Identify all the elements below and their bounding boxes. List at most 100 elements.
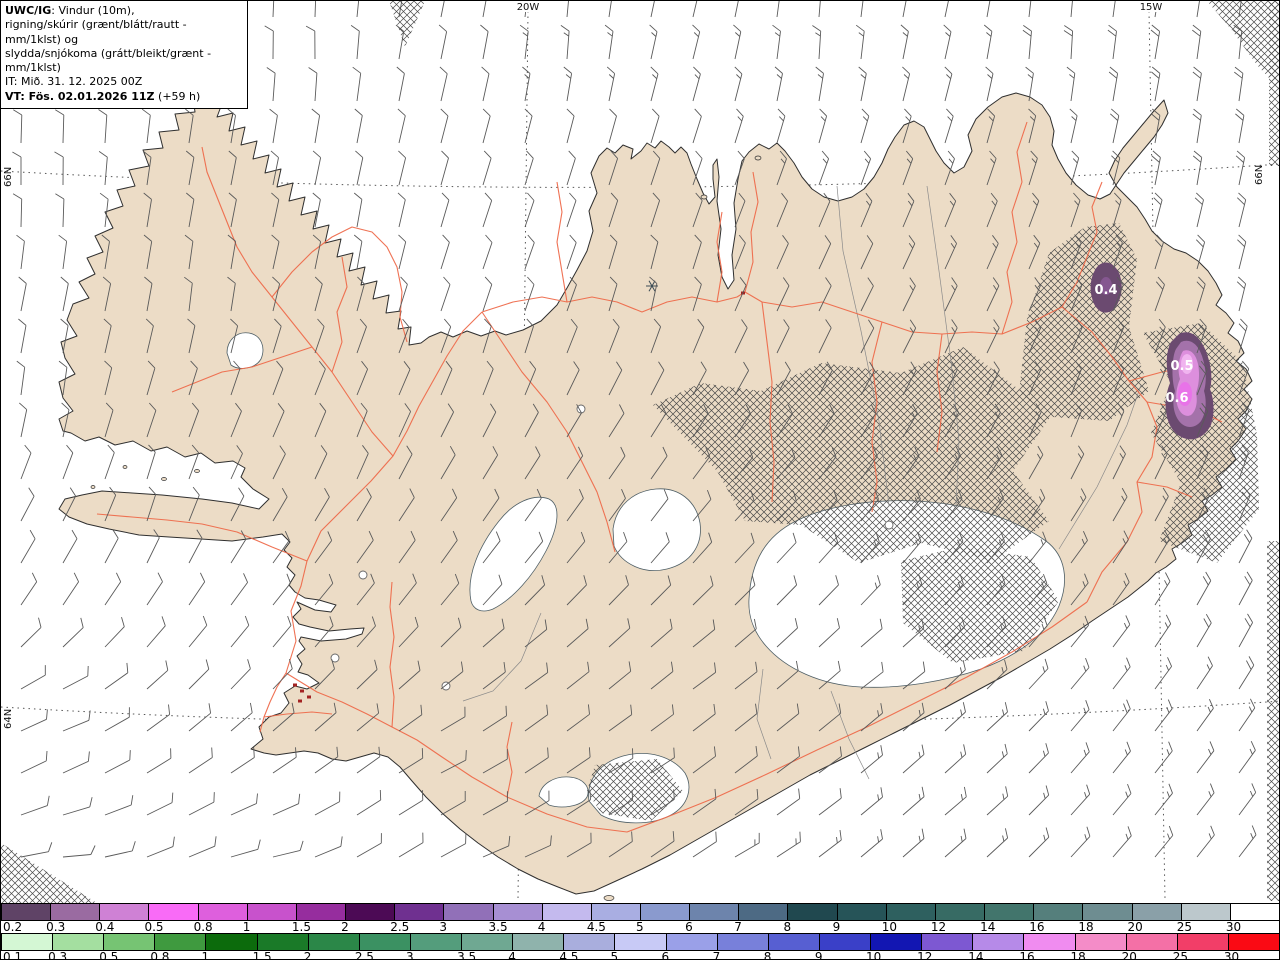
colorbar-tick-label: 12 — [930, 920, 947, 934]
colorbar-swatch — [1229, 904, 1279, 920]
colorbar-swatch — [461, 934, 513, 950]
model-variable: : Vindur (10m), — [51, 4, 135, 17]
colorbar-tick-label: 7 — [734, 920, 742, 934]
colorbar-tick-label: 12 — [917, 950, 933, 960]
colorbar-swatch — [738, 904, 788, 920]
calm-circle — [358, 570, 368, 580]
colorbar-swatch — [1023, 934, 1075, 950]
colorbar-swatch — [818, 934, 871, 950]
colorbar-swatch — [1074, 934, 1126, 950]
colorbar-swatch — [541, 904, 591, 920]
small-island — [754, 155, 762, 161]
colorbar-swatch — [921, 934, 973, 950]
colorbar-sleet — [1, 903, 1279, 921]
small-island — [194, 469, 200, 473]
colorbar-tick-label: 8 — [763, 950, 772, 960]
colorbar-tick-label: 0.5 — [99, 950, 119, 960]
colorbar-swatch — [1, 904, 51, 920]
colorbar-swatch — [52, 934, 104, 950]
colorbar-tick-label: 0.1 — [3, 950, 23, 960]
colorbar-swatch — [1180, 904, 1230, 920]
colorbar-swatch — [1131, 904, 1181, 920]
colorbar-swatch — [103, 934, 155, 950]
colorbar-tick-label: 1 — [242, 920, 251, 934]
colorbar-tick-label: 0.2 — [3, 920, 23, 934]
colorbar-swatch — [787, 904, 837, 920]
small-island — [603, 895, 615, 901]
colorbar-sleet-labels: 0.2 0.3 0.4 0.5 0.8 1 1.5 2 2.5 3 3.5 4 4.5 5 6 7 8 9 10 12… — [1, 920, 1279, 934]
colorbar-tick-label: 30 — [1223, 950, 1240, 960]
colorbar-swatch — [154, 934, 206, 950]
colorbar-tick-label: 0.4 — [95, 920, 115, 934]
init-time: IT: Mið. 31. 12. 2025 00Z — [5, 75, 143, 89]
calm-circle — [884, 520, 894, 530]
colorbar-tick-label: 14 — [980, 920, 996, 934]
latitude-label: 64N — [3, 709, 14, 729]
colorbar-tick-label: 1.5 — [252, 950, 272, 960]
precip-value-label: 0.6 — [1165, 391, 1188, 406]
colorbar-swatch — [689, 904, 739, 920]
colorbar-swatch — [246, 904, 296, 920]
latitude-label: 66N — [3, 167, 14, 187]
colorbar-tick-label: 9 — [814, 950, 823, 960]
colorbar-swatch — [394, 904, 444, 920]
colorbar-swatch — [1125, 934, 1177, 950]
colorbar-tick-label: 7 — [712, 950, 721, 960]
longitude-label: 20W — [517, 2, 540, 13]
colorbar-legend-area: 0.2 0.3 0.4 0.5 0.8 1 1.5 2 2.5 3 3.5 4 4.5 5 6 7 8 9 10 12… — [1, 903, 1279, 959]
forecast-info-box: UWC/IG: Vindur (10m), rigning/skúrir (gr… — [1, 1, 248, 110]
info-line-1: UWC/IG: Vindur (10m), — [5, 4, 245, 18]
colorbar-swatch — [665, 934, 717, 950]
info-line-3: slydda/snjókoma (grátt/bleikt/grænt - mm… — [5, 46, 212, 75]
colorbar-tick-label: 16 — [1019, 950, 1035, 960]
colorbar-swatch — [716, 934, 768, 950]
small-island — [122, 465, 128, 469]
colorbar-swatch — [99, 904, 149, 920]
colorbar-swatch — [256, 934, 308, 950]
colorbar-rain-labels: 0.1 0.3 0.5 0.8 1 1.5 2 2.5 3 3.5 4 4.5 5 6 7 8 9 10 12 14 1… — [1, 950, 1279, 960]
map-canvas: 0.4 0.5 0.6 20W 15W 66N 64N 66N — [1, 1, 1279, 903]
colorbar-tick-label: 25 — [1176, 920, 1192, 934]
colorbar-rain — [1, 933, 1279, 951]
colorbar-swatch — [1, 934, 53, 950]
colorbar-tick-label: 4.5 — [586, 920, 606, 934]
colorbar-swatch — [409, 934, 462, 950]
colorbar-swatch — [984, 904, 1034, 920]
info-line-2: rigning/skúrir (grænt/blátt/rautt - mm/1… — [5, 18, 187, 46]
colorbar-tick-label: 2 — [341, 920, 349, 934]
precip-value-label: 0.5 — [1170, 359, 1193, 374]
colorbar-swatch — [836, 904, 886, 920]
colorbar-swatch — [870, 934, 922, 950]
valid-time: VT: Fös. 02.01.2026 11Z (+59 h) — [5, 89, 201, 103]
colorbar-tick-label: 20 — [1121, 950, 1137, 960]
colorbar-swatch — [1227, 934, 1279, 950]
colorbar-tick-label: 5 — [610, 950, 619, 960]
colorbar-tick-label: 25 — [1172, 950, 1189, 960]
colorbar-swatch — [934, 904, 985, 920]
colorbar-swatch — [345, 904, 395, 920]
colorbar-tick-label: 16 — [1029, 920, 1045, 934]
colorbar-tick-label: 8 — [783, 920, 792, 934]
colorbar-swatch — [197, 904, 247, 920]
colorbar-tick-label: 4.5 — [559, 950, 579, 960]
colorbar-tick-label: 0.3 — [46, 920, 66, 934]
small-island — [161, 477, 167, 481]
colorbar-tick-label: 3.5 — [457, 950, 477, 960]
colorbar-tick-label: 1 — [201, 950, 210, 960]
colorbar-tick-label: 6 — [661, 950, 670, 960]
colorbar-tick-label: 1.5 — [291, 920, 312, 934]
precip-value-label: 0.4 — [1094, 283, 1117, 298]
colorbar-swatch — [640, 904, 690, 920]
colorbar-swatch — [590, 904, 640, 920]
colorbar-tick-label: 9 — [832, 920, 841, 934]
colorbar-swatch — [563, 934, 615, 950]
colorbar-swatch — [767, 934, 819, 950]
small-island — [700, 194, 708, 200]
colorbar-swatch — [295, 904, 346, 920]
colorbar-swatch — [443, 904, 493, 920]
colorbar-swatch — [205, 934, 257, 950]
colorbar-swatch — [1176, 934, 1228, 950]
colorbar-tick-label: 0.8 — [193, 920, 213, 934]
colorbar-tick-label: 10 — [881, 920, 898, 934]
colorbar-tick-label: 20 — [1127, 920, 1143, 934]
